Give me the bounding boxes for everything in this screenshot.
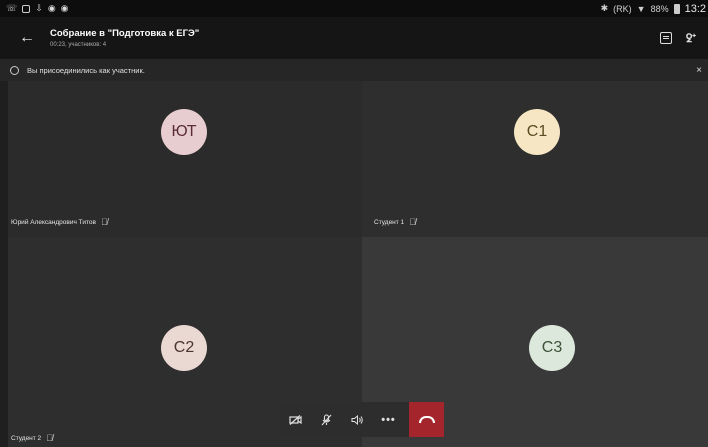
header-actions: ꝿ⁺ — [659, 31, 708, 46]
close-icon[interactable]: × — [696, 65, 708, 76]
status-icons-left: ☏ ⇩ ◉ ◉ — [0, 3, 69, 14]
download-icon: ⇩ — [35, 3, 43, 13]
battery-icon — [673, 3, 680, 14]
participant-tile[interactable]: С1 Студент 1 🎙̸ — [362, 81, 708, 237]
app-icon: ◉ — [47, 3, 56, 13]
signal-text: (RK) — [613, 3, 632, 14]
back-arrow-icon[interactable]: ← — [0, 29, 44, 47]
mic-off-icon: 🎙̸ — [409, 217, 416, 227]
info-icon — [10, 65, 19, 75]
clock: 13:2 — [684, 2, 706, 15]
wifi-icon: ▼ — [636, 3, 646, 14]
meeting-titles: Собрание в "Подготовка к ЕГЭ" 00:23, уча… — [50, 28, 199, 48]
battery-percent: 88% — [650, 3, 669, 14]
app-icon-2: ◉ — [60, 3, 69, 13]
screenshot-icon — [22, 4, 31, 13]
meeting-title: Собрание в "Подготовка к ЕГЭ" — [50, 28, 200, 39]
more-icon[interactable]: ••• — [373, 402, 404, 437]
avatar: С3 — [529, 325, 575, 371]
add-participants-icon[interactable]: ꝿ⁺ — [686, 31, 696, 46]
bluetooth-icon: ✱ — [600, 3, 609, 13]
chat-icon[interactable] — [659, 32, 672, 44]
participant-name-row: Студент 1 🎙̸ — [374, 217, 416, 227]
mic-off-glyph — [321, 413, 332, 425]
status-icons-right: ✱ (RK) ▼ 88% 13:2 — [601, 3, 708, 15]
system-status-bar: ☏ ⇩ ◉ ◉ ✱ (RK) ▼ 88% 13:2 — [0, 0, 708, 17]
mic-off-icon: 🎙̸ — [100, 217, 108, 227]
hang-up-button[interactable] — [409, 402, 444, 437]
participant-name: Юрий Александрович Титов — [11, 218, 96, 226]
phone-icon: ☏ — [6, 3, 18, 13]
avatar: С1 — [514, 109, 560, 155]
participant-name-row: Студент 2 🎙̸ — [11, 433, 53, 443]
call-controls: ••• — [280, 402, 444, 437]
participant-name: Студент 2 — [11, 434, 42, 442]
join-info-banner: Вы присоединились как участник. × — [0, 59, 708, 81]
participant-name: Студент 1 — [374, 218, 405, 226]
meeting-subtitle: 00:23, участников: 4 — [50, 42, 107, 48]
participant-tile[interactable]: ЮТ Юрий Александрович Титов 🎙̸ — [8, 81, 362, 237]
avatar: ЮТ — [161, 109, 207, 155]
speaker-icon[interactable] — [342, 402, 373, 437]
speaker-glyph — [351, 414, 363, 425]
hang-up-icon — [418, 416, 435, 423]
meeting-header: ← Собрание в "Подготовка к ЕГЭ" 00:23, у… — [0, 17, 708, 59]
mic-off-icon[interactable] — [311, 402, 342, 437]
avatar: С2 — [161, 325, 207, 371]
camera-off-glyph — [289, 414, 302, 425]
participant-name-row: Юрий Александрович Титов 🎙̸ — [11, 217, 108, 227]
banner-text: Вы присоединились как участник. — [27, 65, 145, 75]
camera-off-icon[interactable] — [280, 402, 311, 437]
mic-off-icon: 🎙̸ — [46, 433, 53, 443]
